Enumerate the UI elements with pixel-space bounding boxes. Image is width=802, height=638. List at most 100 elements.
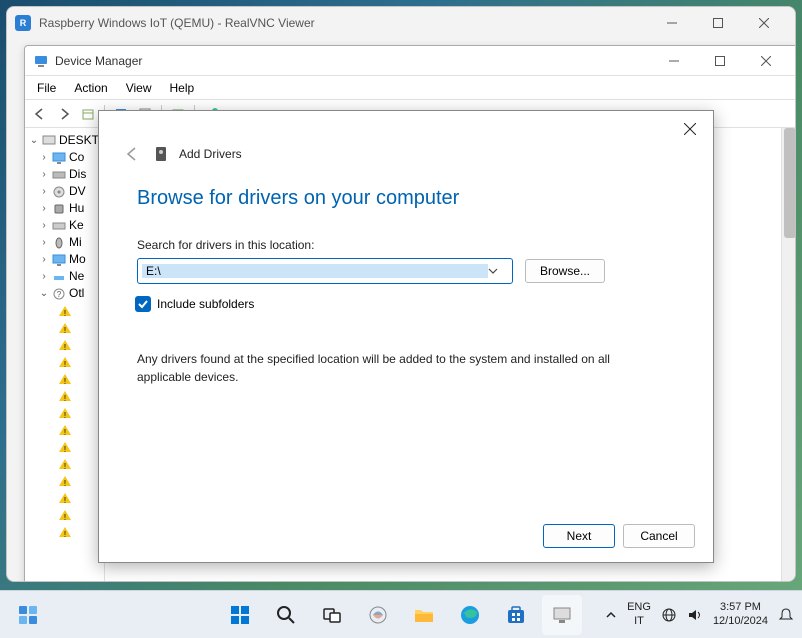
tree-node-unknown[interactable] xyxy=(27,336,102,353)
disc-icon xyxy=(51,185,67,199)
tree-node-unknown[interactable] xyxy=(27,472,102,489)
tree-node-unknown[interactable] xyxy=(27,404,102,421)
keyboard-icon xyxy=(51,219,67,233)
dm-scrollbar[interactable] xyxy=(781,128,796,582)
network-icon[interactable] xyxy=(661,607,677,623)
menu-action[interactable]: Action xyxy=(66,79,115,97)
clock[interactable]: 3:57 PM 12/10/2024 xyxy=(713,601,768,627)
tree-node[interactable]: ›Ke xyxy=(27,217,102,234)
tree-node-unknown[interactable] xyxy=(27,506,102,523)
store-icon[interactable] xyxy=(496,595,536,635)
warning-icon xyxy=(57,372,73,386)
notifications-icon[interactable] xyxy=(778,607,794,623)
toolbar-back-icon[interactable] xyxy=(29,103,51,125)
vnc-close-button[interactable] xyxy=(741,7,787,39)
tree-node-unknown[interactable] xyxy=(27,302,102,319)
location-combobox[interactable]: E:\ xyxy=(137,258,513,284)
disk-icon xyxy=(51,168,67,182)
warning-icon xyxy=(57,525,73,539)
copilot-icon[interactable] xyxy=(358,595,398,635)
tree-node-unknown[interactable] xyxy=(27,489,102,506)
menu-help[interactable]: Help xyxy=(162,79,203,97)
tree-node[interactable]: ›Dis xyxy=(27,166,102,183)
toolbar-forward-icon[interactable] xyxy=(53,103,75,125)
tray-chevron-up-icon[interactable] xyxy=(605,609,617,621)
tree-node-unknown[interactable] xyxy=(27,523,102,540)
tree-node[interactable]: ›Mi xyxy=(27,234,102,251)
mouse-icon xyxy=(51,236,67,250)
dm-maximize-button[interactable] xyxy=(697,45,743,77)
tree-node[interactable]: ⌄?Otl xyxy=(27,285,102,302)
vnc-maximize-button[interactable] xyxy=(695,7,741,39)
tree-node[interactable]: ›DV xyxy=(27,183,102,200)
warning-icon xyxy=(57,508,73,522)
volume-icon[interactable] xyxy=(687,607,703,623)
toolbar-up-icon[interactable] xyxy=(77,103,99,125)
tree-root[interactable]: ⌄ DESKT xyxy=(27,132,102,149)
tree-node-unknown[interactable] xyxy=(27,421,102,438)
cancel-button[interactable]: Cancel xyxy=(623,524,695,548)
warning-icon xyxy=(57,440,73,454)
include-subfolders-checkbox[interactable] xyxy=(135,296,151,312)
chevron-down-icon[interactable] xyxy=(488,266,508,276)
tree-node[interactable]: ›Mo xyxy=(27,251,102,268)
device-manager-taskbar-icon[interactable] xyxy=(542,595,582,635)
dm-close-button[interactable] xyxy=(743,45,789,77)
task-view-icon[interactable] xyxy=(312,595,352,635)
tree-node-unknown[interactable] xyxy=(27,387,102,404)
warning-icon xyxy=(57,457,73,471)
add-drivers-dialog: Add Drivers Browse for drivers on your c… xyxy=(98,110,714,563)
start-icon[interactable] xyxy=(220,595,260,635)
tree-node-unknown[interactable] xyxy=(27,370,102,387)
file-explorer-icon[interactable] xyxy=(404,595,444,635)
menu-view[interactable]: View xyxy=(118,79,160,97)
warning-icon xyxy=(57,491,73,505)
tree-node[interactable]: ›Hu xyxy=(27,200,102,217)
dialog-heading: Browse for drivers on your computer xyxy=(137,187,675,210)
driver-icon xyxy=(153,146,169,162)
edge-icon[interactable] xyxy=(450,595,490,635)
search-icon[interactable] xyxy=(266,595,306,635)
include-subfolders-label: Include subfolders xyxy=(157,297,254,311)
tree-node-unknown[interactable] xyxy=(27,319,102,336)
menu-file[interactable]: File xyxy=(29,79,64,97)
dialog-description: Any drivers found at the specified locat… xyxy=(137,350,637,386)
tree-node-unknown[interactable] xyxy=(27,353,102,370)
widgets-icon[interactable] xyxy=(8,595,48,635)
monitor-icon xyxy=(51,151,67,165)
vnc-title: Raspberry Windows IoT (QEMU) - RealVNC V… xyxy=(39,16,649,30)
network-icon xyxy=(51,270,67,284)
tree-node[interactable]: ›Co xyxy=(27,149,102,166)
warning-icon xyxy=(57,338,73,352)
next-button[interactable]: Next xyxy=(543,524,615,548)
taskbar: ENG IT 3:57 PM 12/10/2024 xyxy=(0,590,802,638)
computer-icon xyxy=(41,134,57,148)
tree-node-unknown[interactable] xyxy=(27,438,102,455)
warning-icon xyxy=(57,406,73,420)
warning-icon xyxy=(57,423,73,437)
vnc-minimize-button[interactable] xyxy=(649,7,695,39)
warning-icon xyxy=(57,474,73,488)
tree-node-unknown[interactable] xyxy=(27,455,102,472)
dialog-close-button[interactable] xyxy=(675,117,705,141)
language-indicator[interactable]: ENG IT xyxy=(627,601,651,627)
warning-icon xyxy=(57,321,73,335)
device-manager-icon xyxy=(33,53,49,69)
vnc-titlebar: R Raspberry Windows IoT (QEMU) - RealVNC… xyxy=(7,7,795,39)
device-tree[interactable]: ⌄ DESKT ›Co›Dis›DV›Hu›Ke›Mi›Mo›Ne⌄?Otl xyxy=(25,128,105,582)
warning-icon xyxy=(57,355,73,369)
browse-button[interactable]: Browse... xyxy=(525,259,605,283)
location-value[interactable]: E:\ xyxy=(142,264,488,278)
dm-minimize-button[interactable] xyxy=(651,45,697,77)
dialog-back-button[interactable] xyxy=(123,145,143,163)
hid-icon xyxy=(51,202,67,216)
warning-icon xyxy=(57,389,73,403)
dialog-title: Add Drivers xyxy=(179,147,242,161)
other-icon: ? xyxy=(51,287,67,301)
location-label: Search for drivers in this location: xyxy=(137,238,675,252)
warning-icon xyxy=(57,304,73,318)
dm-menubar: File Action View Help xyxy=(25,76,796,100)
svg-text:?: ? xyxy=(57,290,62,299)
tree-node[interactable]: ›Ne xyxy=(27,268,102,285)
scrollbar-thumb[interactable] xyxy=(784,128,796,238)
